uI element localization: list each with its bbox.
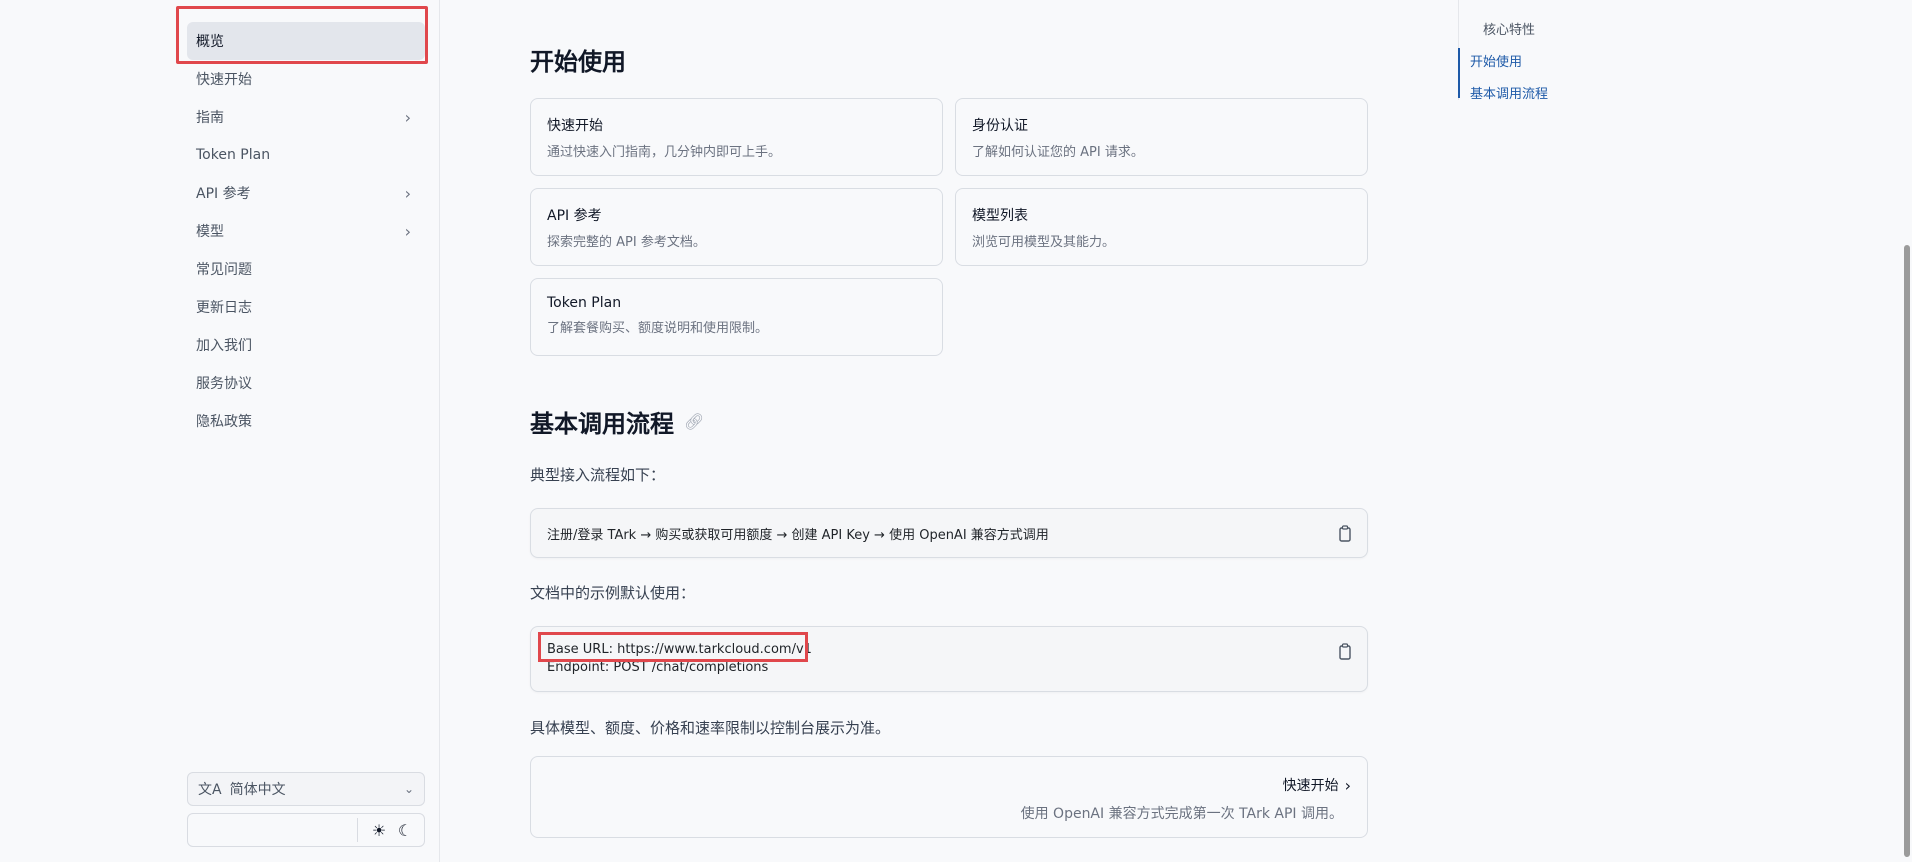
sidebar-item-overview[interactable]: 概览 <box>187 22 425 60</box>
card-model-list[interactable]: 模型列表 浏览可用模型及其能力。 <box>955 188 1368 266</box>
sidebar-item-privacy[interactable]: 隐私政策 <box>187 402 425 440</box>
sun-icon[interactable]: ☀ <box>366 817 392 843</box>
sidebar-item-label: 指南 <box>196 110 224 126</box>
toc-item-core-features[interactable]: 核心特性 <box>1483 19 1535 38</box>
chevron-down-icon: ⌄ <box>403 782 414 796</box>
sidebar-item-label: 加入我们 <box>196 338 252 354</box>
card-title: Token Plan <box>547 295 622 311</box>
code-line-endpoint: Endpoint: POST /chat/completions <box>547 660 769 675</box>
moon-icon[interactable]: ☾ <box>392 817 418 843</box>
translate-icon: 文A <box>198 782 222 798</box>
next-page-desc: 使用 OpenAI 兼容方式完成第一次 TArk API 调用。 <box>1020 806 1343 822</box>
card-authentication[interactable]: 身份认证 了解如何认证您的 API 请求。 <box>955 98 1368 176</box>
copy-icon[interactable] <box>1337 643 1353 661</box>
next-page-title-wrap: 快速开始 › <box>1283 775 1351 795</box>
sidebar-item-changelog[interactable]: 更新日志 <box>187 288 425 326</box>
sidebar-item-label: Token Plan <box>196 147 271 163</box>
sidebar-item-service-agreement[interactable]: 服务协议 <box>187 364 425 402</box>
card-token-plan[interactable]: Token Plan 了解套餐购买、额度说明和使用限制。 <box>530 278 943 356</box>
card-desc: 通过快速入门指南，几分钟内即可上手。 <box>547 145 782 160</box>
limits-note: 具体模型、额度、价格和速率限制以控制台展示为准。 <box>530 719 891 737</box>
link-icon[interactable]: 🔗︎ <box>684 412 704 431</box>
toc-active-indicator <box>1458 48 1460 98</box>
code-text: 注册/登录 TArk → 购买或获取可用额度 → 创建 API Key → 使用… <box>547 527 1049 543</box>
sidebar-item-token-plan[interactable]: Token Plan <box>187 136 425 174</box>
sidebar-item-faq[interactable]: 常见问题 <box>187 250 425 288</box>
sidebar-item-label: 更新日志 <box>196 300 252 316</box>
sidebar: 概览 快速开始 指南 › Token Plan API 参考 › 模型 › 常见问题 … <box>0 0 440 862</box>
code-block-flow: 注册/登录 TArk → 购买或获取可用额度 → 创建 API Key → 使用… <box>530 508 1368 558</box>
sidebar-item-label: 常见问题 <box>196 262 252 278</box>
card-quickstart[interactable]: 快速开始 通过快速入门指南，几分钟内即可上手。 <box>530 98 943 176</box>
sidebar-item-label: 快速开始 <box>196 72 252 88</box>
language-label: 简体中文 <box>229 782 286 798</box>
chevron-right-icon: › <box>404 221 411 241</box>
code-line-base-url: Base URL: https://www.tarkcloud.com/v1 <box>547 642 812 657</box>
card-title: 快速开始 <box>547 118 603 134</box>
copy-icon[interactable] <box>1337 525 1353 543</box>
theme-toggle: ☀ ☾ <box>187 813 425 847</box>
language-select[interactable]: 文A 简体中文 ⌄ <box>187 772 425 806</box>
card-desc: 了解如何认证您的 API 请求。 <box>972 145 1144 160</box>
card-desc: 了解套餐购买、额度说明和使用限制。 <box>547 321 769 336</box>
sidebar-item-label: 概览 <box>196 34 224 50</box>
card-desc: 探索完整的 API 参考文档。 <box>547 235 706 250</box>
example-intro: 文档中的示例默认使用： <box>530 584 696 602</box>
chevron-right-icon: › <box>1344 775 1351 795</box>
code-block-example: Base URL: https://www.tarkcloud.com/v1 E… <box>530 626 1368 692</box>
sidebar-nav: 概览 快速开始 指南 › Token Plan API 参考 › 模型 › 常见问题 … <box>187 22 425 440</box>
sidebar-item-label: 服务协议 <box>196 376 252 392</box>
card-title: 模型列表 <box>972 208 1028 224</box>
chevron-right-icon: › <box>404 183 411 203</box>
card-api-reference[interactable]: API 参考 探索完整的 API 参考文档。 <box>530 188 943 266</box>
sidebar-item-guides[interactable]: 指南 › <box>187 98 425 136</box>
scrollbar[interactable] <box>1902 0 1912 862</box>
section-heading-flow-wrap: 基本调用流程 🔗︎ <box>530 404 704 439</box>
card-title: API 参考 <box>547 208 602 224</box>
sidebar-item-join-us[interactable]: 加入我们 <box>187 326 425 364</box>
next-page-card[interactable]: 快速开始 › 使用 OpenAI 兼容方式完成第一次 TArk API 调用。 <box>530 756 1368 838</box>
toc-item-basic-flow[interactable]: 基本调用流程 <box>1470 83 1548 102</box>
sidebar-item-label: 隐私政策 <box>196 414 252 430</box>
divider <box>357 818 358 842</box>
section-heading-flow: 基本调用流程 <box>530 410 674 438</box>
chevron-right-icon: › <box>404 107 411 127</box>
sidebar-item-api-reference[interactable]: API 参考 › <box>187 174 425 212</box>
next-page-title: 快速开始 <box>1282 778 1339 794</box>
sidebar-item-models[interactable]: 模型 › <box>187 212 425 250</box>
flow-intro: 典型接入流程如下： <box>530 466 666 484</box>
scrollbar-thumb[interactable] <box>1904 245 1910 857</box>
sidebar-item-quickstart[interactable]: 快速开始 <box>187 60 425 98</box>
card-desc: 浏览可用模型及其能力。 <box>972 235 1116 250</box>
section-heading-start: 开始使用 <box>530 48 626 76</box>
toc-item-getting-started[interactable]: 开始使用 <box>1470 51 1522 70</box>
sidebar-item-label: API 参考 <box>196 186 251 202</box>
card-title: 身份认证 <box>972 118 1028 134</box>
sidebar-item-label: 模型 <box>196 224 224 240</box>
